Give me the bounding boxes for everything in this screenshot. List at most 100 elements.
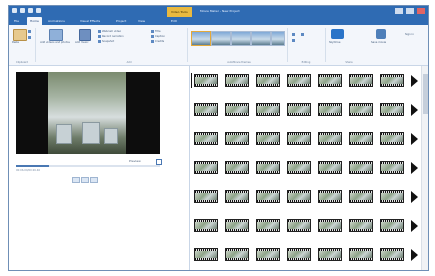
maximize-button[interactable] [406, 8, 414, 14]
clip-thumbnail[interactable] [349, 74, 373, 87]
minimize-button[interactable] [395, 8, 403, 14]
cut-button[interactable] [28, 29, 31, 33]
clip-thumbnail[interactable] [349, 103, 373, 116]
clip-thumbnail[interactable] [318, 190, 342, 203]
clip-thumbnail[interactable] [287, 132, 311, 145]
scrollbar-thumb[interactable] [423, 74, 428, 114]
clip-thumbnail[interactable] [194, 219, 218, 232]
clip-thumbnail[interactable] [349, 161, 373, 174]
clip-thumbnail[interactable] [287, 248, 311, 261]
clip-thumbnail[interactable] [256, 161, 280, 174]
previous-frame-button[interactable] [72, 177, 80, 183]
clip-thumbnail[interactable] [194, 248, 218, 261]
close-button[interactable] [417, 8, 425, 14]
clip-thumbnail[interactable] [256, 190, 280, 203]
clip-thumbnail[interactable] [256, 74, 280, 87]
title-button[interactable]: Title [151, 29, 161, 33]
skydrive-icon[interactable] [331, 29, 344, 39]
clip-thumbnail[interactable] [349, 190, 373, 203]
clip-thumbnail[interactable] [256, 132, 280, 145]
clip-thumbnail[interactable] [194, 74, 218, 87]
next-frame-button[interactable] [90, 177, 98, 183]
clip-thumbnail[interactable] [225, 190, 249, 203]
clip-thumbnail[interactable] [287, 103, 311, 116]
theme-thumbnail[interactable] [211, 31, 231, 46]
clip-thumbnail[interactable] [380, 74, 404, 87]
video-preview[interactable] [16, 72, 160, 154]
clip-thumbnail[interactable] [318, 219, 342, 232]
tab-file[interactable]: File [11, 17, 22, 25]
clip-thumbnail[interactable] [225, 161, 249, 174]
app-icon[interactable] [12, 8, 17, 13]
clip-thumbnail[interactable] [380, 103, 404, 116]
clip-thumbnail[interactable] [380, 132, 404, 145]
clip-thumbnail[interactable] [349, 248, 373, 261]
clip-thumbnail[interactable] [225, 248, 249, 261]
undo-icon[interactable] [28, 8, 33, 13]
storyboard-clip-strip[interactable] [190, 188, 418, 205]
clip-thumbnail[interactable] [380, 190, 404, 203]
storyboard-clip-strip[interactable] [190, 217, 418, 234]
sign-in-link[interactable]: Sign in [405, 33, 414, 36]
storyboard-clip-strip[interactable] [190, 130, 418, 147]
copy-button[interactable] [28, 35, 31, 39]
storyboard-clip-strip[interactable] [190, 246, 418, 263]
clip-thumbnail[interactable] [225, 74, 249, 87]
clip-thumbnail[interactable] [380, 219, 404, 232]
redo-icon[interactable] [36, 8, 41, 13]
save-movie-icon[interactable] [376, 29, 386, 39]
clip-thumbnail[interactable] [287, 190, 311, 203]
clip-thumbnail[interactable] [256, 103, 280, 116]
clip-thumbnail[interactable] [318, 103, 342, 116]
vertical-scrollbar[interactable] [421, 66, 428, 270]
clip-thumbnail[interactable] [225, 132, 249, 145]
tab-animations[interactable]: Animations [45, 17, 68, 25]
clip-thumbnail[interactable] [318, 248, 342, 261]
tab-home[interactable]: Home [27, 17, 42, 25]
clip-thumbnail[interactable] [287, 74, 311, 87]
clip-thumbnail[interactable] [287, 161, 311, 174]
clip-thumbnail[interactable] [194, 190, 218, 203]
rotate-left-button[interactable] [292, 32, 295, 36]
theme-thumbnail[interactable] [191, 31, 211, 46]
caption-button[interactable]: Caption [151, 34, 165, 38]
theme-thumbnail[interactable] [271, 31, 285, 46]
clip-thumbnail[interactable] [194, 103, 218, 116]
clip-thumbnail[interactable] [256, 219, 280, 232]
paste-icon[interactable] [13, 29, 27, 41]
seek-bar[interactable] [16, 165, 160, 167]
clip-thumbnail[interactable] [349, 132, 373, 145]
clip-thumbnail[interactable] [318, 132, 342, 145]
clip-thumbnail[interactable] [194, 161, 218, 174]
theme-thumbnail[interactable] [231, 31, 251, 46]
select-all-button[interactable] [301, 32, 304, 36]
tab-view[interactable]: View [135, 17, 148, 25]
save-icon[interactable] [20, 8, 25, 13]
storyboard-clip-strip[interactable] [190, 159, 418, 176]
narration-button[interactable]: Record narration [98, 34, 124, 38]
clip-thumbnail[interactable] [380, 248, 404, 261]
tab-edit[interactable]: Edit [168, 17, 180, 25]
clip-thumbnail[interactable] [318, 161, 342, 174]
tab-project[interactable]: Project [113, 17, 129, 25]
clip-thumbnail[interactable] [194, 132, 218, 145]
snapshot-button[interactable]: Snapshot [98, 39, 114, 43]
add-music-icon[interactable] [79, 29, 91, 41]
tab-visual-effects[interactable]: Visual Effects [77, 17, 103, 25]
theme-thumbnail[interactable] [251, 31, 271, 46]
clip-thumbnail[interactable] [225, 219, 249, 232]
credits-button[interactable]: Credits [151, 39, 164, 43]
clip-thumbnail[interactable] [256, 248, 280, 261]
storyboard-clip-strip[interactable] [190, 72, 418, 89]
clip-thumbnail[interactable] [287, 219, 311, 232]
rotate-right-button[interactable] [292, 38, 295, 42]
play-button[interactable] [81, 177, 89, 183]
add-videos-icon[interactable] [49, 29, 63, 41]
clip-thumbnail[interactable] [349, 219, 373, 232]
clip-thumbnail[interactable] [380, 161, 404, 174]
clip-thumbnail[interactable] [225, 103, 249, 116]
webcam-video-button[interactable]: Webcam video [98, 29, 121, 33]
context-tab-video-tools[interactable]: Video Tools [167, 7, 192, 17]
clip-thumbnail[interactable] [318, 74, 342, 87]
storyboard-clip-strip[interactable] [190, 101, 418, 118]
